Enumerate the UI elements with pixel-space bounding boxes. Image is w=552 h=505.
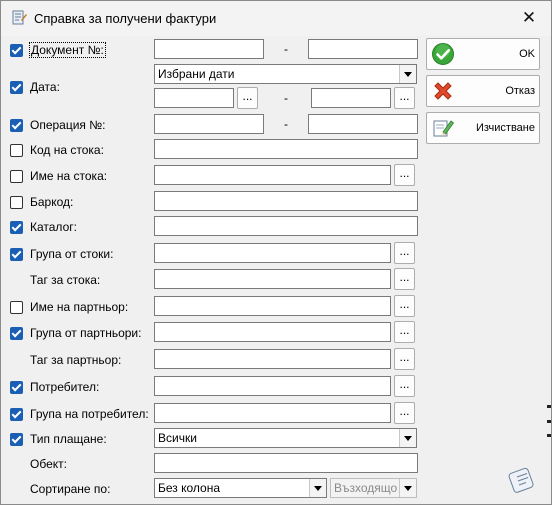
checkbox-date[interactable] [10,81,23,94]
item-group-input[interactable] [154,243,391,263]
label-partner-group: Група от партньори: [30,326,142,340]
sort-direction-select[interactable]: Възходящо [330,478,417,498]
background-window-edge [547,405,552,437]
checkbox-catalog[interactable] [10,221,23,234]
label-sort: Сортиране по: [30,482,111,496]
red-x-icon [434,82,452,100]
chevron-down-icon[interactable] [399,479,416,497]
chevron-down-icon[interactable] [309,479,326,497]
date-to-browse-button[interactable]: ... [394,87,415,109]
label-partner-tag: Таг за партньор: [30,353,122,367]
catalog-input[interactable] [154,216,418,236]
item-name-browse-button[interactable]: ... [394,164,415,186]
payment-type-select[interactable]: Всички [154,428,417,448]
label-item-group: Група от стоки: [30,247,114,261]
eraser-icon [433,120,455,137]
partner-group-input[interactable] [154,322,391,342]
chevron-down-icon[interactable] [399,65,416,83]
label-document-no: Документ №: [29,42,106,58]
payment-type-value: Всички [158,431,197,445]
partner-name-input[interactable] [154,296,391,316]
close-icon: ✕ [521,8,537,27]
item-code-input[interactable] [154,139,418,159]
barcode-input[interactable] [154,191,418,211]
green-check-icon [432,43,454,65]
clear-button[interactable]: Изчистване [426,112,540,144]
chevron-down-icon[interactable] [399,429,416,447]
checkbox-payment-type[interactable] [10,433,23,446]
invoice-scroll-icon [12,10,27,25]
sort-column-select[interactable]: Без колона [154,478,327,498]
ok-button[interactable]: OK [426,38,540,70]
user-group-input[interactable] [154,403,391,423]
cancel-button[interactable]: Отказ [426,75,540,107]
checkbox-user-group[interactable] [10,408,23,421]
date-mode-value: Избрани дати [158,67,235,81]
label-item-code: Код на стока: [30,143,104,157]
checkbox-item-group[interactable] [10,248,23,261]
cancel-label: Отказ [505,85,535,97]
partner-group-browse-button[interactable]: ... [394,321,415,343]
close-button[interactable]: ✕ [506,0,552,36]
sort-column-value: Без колона [158,481,221,495]
dash: - [284,42,288,56]
clear-label: Изчистване [475,122,535,134]
item-name-input[interactable] [154,165,391,185]
checkbox-operation-no[interactable] [10,119,23,132]
label-catalog: Каталог: [30,220,77,234]
label-payment-type: Тип плащане: [30,432,107,446]
item-tag-input[interactable] [154,269,391,289]
label-user: Потребител: [30,380,100,394]
checkbox-barcode[interactable] [10,196,23,209]
ok-label: OK [519,48,535,60]
checkbox-document-no[interactable] [10,44,23,57]
label-date: Дата: [30,80,60,94]
user-browse-button[interactable]: ... [394,375,415,397]
checkbox-partner-group[interactable] [10,327,23,340]
title-bar: Справка за получени фактури ✕ [0,0,552,36]
label-operation-no: Операция №: [30,118,106,132]
dash: - [284,117,288,131]
checkbox-item-name[interactable] [10,170,23,183]
date-from-browse-button[interactable]: ... [237,87,258,109]
checkbox-partner-name[interactable] [10,301,23,314]
sort-direction-value: Възходящо [334,481,398,495]
partner-tag-browse-button[interactable]: ... [394,348,415,370]
label-partner-name: Име на партньор: [30,300,129,314]
date-mode-select[interactable]: Избрани дати [154,64,417,84]
operation-no-from-input[interactable] [154,114,264,134]
document-no-from-input[interactable] [154,39,264,59]
item-group-browse-button[interactable]: ... [394,242,415,264]
user-input[interactable] [154,376,391,396]
date-to-input[interactable] [311,88,391,108]
object-input[interactable] [154,453,418,473]
partner-name-browse-button[interactable]: ... [394,295,415,317]
label-barcode: Баркод: [30,195,74,209]
scroll-icon [508,467,534,493]
user-group-browse-button[interactable]: ... [394,402,415,424]
dash: - [284,91,288,105]
date-from-input[interactable] [154,88,234,108]
operation-no-to-input[interactable] [308,114,418,134]
label-item-tag: Таг за стока: [30,273,101,287]
label-item-name: Име на стока: [30,169,108,183]
partner-tag-input[interactable] [154,349,391,369]
item-tag-browse-button[interactable]: ... [394,268,415,290]
label-user-group: Група на потребител: [30,407,149,421]
window-title: Справка за получени фактури [34,11,217,26]
document-no-to-input[interactable] [308,39,418,59]
checkbox-user[interactable] [10,381,23,394]
label-object: Обект: [30,457,67,471]
checkbox-item-code[interactable] [10,144,23,157]
